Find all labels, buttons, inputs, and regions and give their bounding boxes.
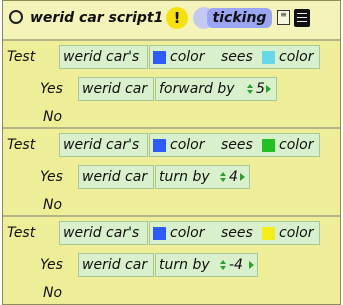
script-title[interactable]: werid car script1 — [30, 9, 163, 27]
own-color-swatch[interactable] — [153, 139, 166, 152]
decrement-arrow-icon[interactable] — [220, 266, 226, 270]
exclamation-icon[interactable]: ! — [166, 7, 188, 29]
yes-label: Yes — [40, 169, 63, 185]
block-divider — [3, 39, 340, 41]
increment-arrow-icon[interactable] — [220, 172, 226, 176]
block-divider — [3, 127, 340, 129]
color-tile[interactable]: color sees color — [149, 45, 320, 69]
attribute-label: color — [170, 225, 205, 241]
value-menu-arrow-icon[interactable] — [266, 85, 271, 93]
yes-label: Yes — [40, 81, 63, 97]
menu-lines — [297, 13, 307, 14]
script-window: werid car script1 ! ticking ≡ Test werid… — [2, 0, 341, 305]
action-label: forward by — [159, 81, 235, 97]
action-object-tile[interactable]: werid car — [78, 77, 154, 101]
decrement-arrow-icon[interactable] — [220, 178, 226, 182]
own-color-swatch[interactable] — [153, 51, 166, 64]
test-label: Test — [7, 225, 36, 241]
object-label: werid car's — [63, 225, 140, 241]
decrement-arrow-icon[interactable] — [247, 90, 253, 94]
yes-label: Yes — [40, 257, 63, 273]
sees-label: sees — [221, 137, 253, 153]
action-object-tile[interactable]: werid car — [78, 253, 154, 277]
block-divider — [3, 215, 340, 217]
seen-color-swatch[interactable] — [262, 139, 275, 152]
action-object-label: werid car — [82, 257, 148, 273]
target-color-label: color — [279, 49, 314, 65]
value-field[interactable]: -4 — [229, 254, 243, 276]
value-menu-arrow-icon[interactable] — [240, 173, 245, 181]
action-label: turn by — [159, 169, 210, 185]
action-tile[interactable]: turn by -4 — [155, 253, 258, 277]
menu-icon[interactable] — [294, 9, 310, 27]
attribute-label: color — [170, 49, 205, 65]
own-color-swatch[interactable] — [153, 227, 166, 240]
attribute-label: color — [170, 137, 205, 153]
script-title-bar[interactable]: werid car script1 ! ticking ≡ — [3, 1, 340, 39]
test-label: Test — [7, 137, 36, 153]
sees-label: sees — [221, 49, 253, 65]
color-tile[interactable]: color sees color — [149, 221, 320, 245]
object-tile[interactable]: werid car's — [59, 221, 148, 245]
seen-color-swatch[interactable] — [262, 227, 275, 240]
action-tile[interactable]: turn by 4 — [155, 165, 250, 189]
no-label: No — [43, 285, 63, 301]
properties-icon[interactable]: ≡ — [277, 10, 290, 25]
sees-label: sees — [221, 225, 253, 241]
action-object-label: werid car — [82, 81, 148, 97]
no-label: No — [43, 109, 63, 125]
increment-arrow-icon[interactable] — [247, 84, 253, 88]
object-tile[interactable]: werid car's — [59, 133, 148, 157]
action-object-label: werid car — [82, 169, 148, 185]
target-color-label: color — [279, 137, 314, 153]
color-tile[interactable]: color sees color — [149, 133, 320, 157]
test-label: Test — [7, 49, 36, 65]
object-tile[interactable]: werid car's — [59, 45, 148, 69]
seen-color-swatch[interactable] — [262, 51, 275, 64]
action-object-tile[interactable]: werid car — [78, 165, 154, 189]
value-field[interactable]: 4 — [229, 166, 238, 188]
object-label: werid car's — [63, 49, 140, 65]
status-badge[interactable]: ticking — [207, 8, 272, 28]
increment-arrow-icon[interactable] — [220, 260, 226, 264]
no-label: No — [43, 197, 63, 213]
value-menu-arrow-icon[interactable] — [249, 261, 254, 269]
action-label: turn by — [159, 257, 210, 273]
close-icon[interactable] — [9, 10, 23, 24]
object-label: werid car's — [63, 137, 140, 153]
action-tile[interactable]: forward by 5 — [155, 77, 277, 101]
value-field[interactable]: 5 — [256, 78, 265, 100]
target-color-label: color — [279, 225, 314, 241]
